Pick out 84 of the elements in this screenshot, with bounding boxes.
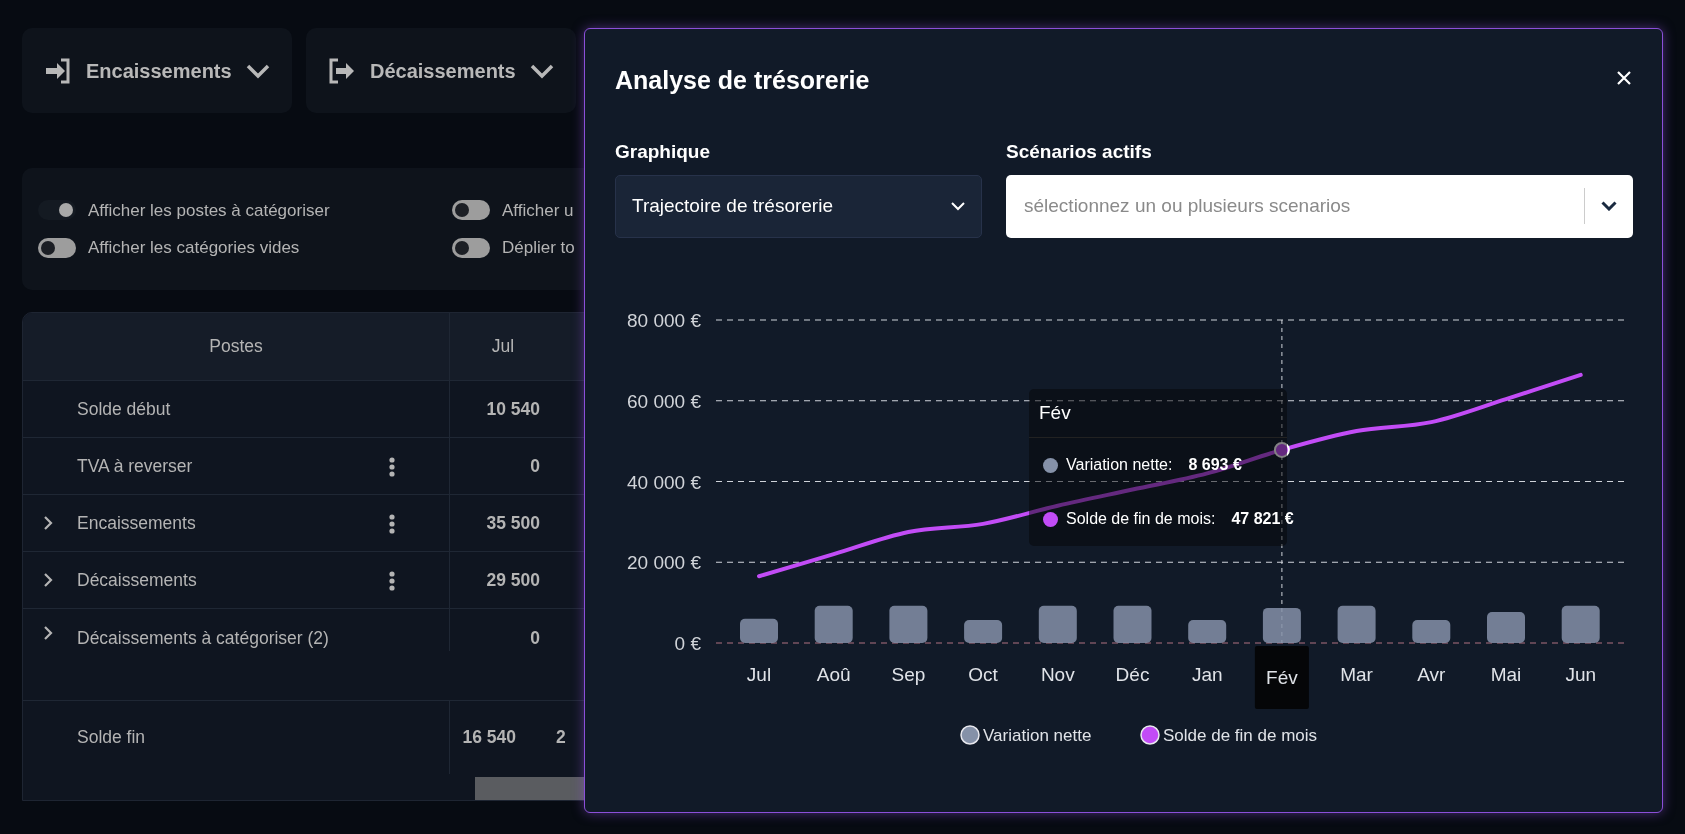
legend-swatch xyxy=(960,724,980,745)
table-cell-text: 0 xyxy=(530,627,540,650)
axis-label: 60 000 € xyxy=(627,390,701,412)
axis-label: Oct xyxy=(968,663,998,685)
axis-label: Jan xyxy=(1191,663,1223,685)
toggle-switch[interactable] xyxy=(38,200,76,221)
row-label: Solde fin xyxy=(77,726,147,750)
select-field[interactable]: Trajectoire de trésorerie xyxy=(615,174,982,238)
bar xyxy=(1038,605,1077,643)
arrow-out-of-bracket-icon xyxy=(328,57,356,84)
axis-label: 0 € xyxy=(674,632,701,654)
axis-label: 80 000 € xyxy=(627,309,701,331)
table-cell-text: 2 xyxy=(556,726,566,750)
chevron-down-icon xyxy=(951,201,965,211)
axis-label: Avr xyxy=(1417,663,1446,685)
table-cell-text: 29 500 xyxy=(486,568,540,592)
chevron-down-icon xyxy=(246,62,270,79)
row-label: TVA à reverser xyxy=(77,454,194,478)
field-label: Scénarios actifs xyxy=(1006,140,1153,164)
dropdown-button[interactable]: Décaissements xyxy=(306,28,576,113)
dialog-title: Analyse de trésorerie xyxy=(615,65,870,95)
chevron-right-icon[interactable] xyxy=(43,515,53,531)
legend-label: Variation nette xyxy=(983,725,1092,745)
arrow-into-bracket-icon xyxy=(44,57,72,84)
legend-label: Solde de fin de mois xyxy=(1163,725,1318,745)
axis-label: Déc xyxy=(1115,663,1150,685)
chevron-right-icon[interactable] xyxy=(43,625,53,641)
row-label: Solde début xyxy=(77,397,172,421)
tooltip-value: 8 693 € xyxy=(1188,455,1242,475)
bar xyxy=(1487,611,1525,643)
bar xyxy=(1188,619,1227,643)
column-header: Jul xyxy=(490,335,516,359)
chevron-right-icon[interactable] xyxy=(43,572,53,588)
axis-label: Fév xyxy=(1266,666,1298,688)
dropdown-button[interactable]: Encaissements xyxy=(22,28,292,113)
axis-label: Mar xyxy=(1340,663,1373,685)
tooltip-label: Solde de fin de mois: xyxy=(1066,509,1216,529)
axis-label: 40 000 € xyxy=(627,471,701,492)
axis-label: Jun xyxy=(1565,663,1596,685)
table-cell-text: 35 500 xyxy=(486,511,540,535)
hover-marker xyxy=(1273,441,1290,458)
axis-label: 20 000 € xyxy=(627,551,701,573)
axis-label: Nov xyxy=(1040,663,1075,685)
field-label: Graphique xyxy=(615,140,711,164)
axis-label: Sep xyxy=(891,663,926,685)
chevron-down-icon xyxy=(530,62,554,79)
toggle-label: Afficher les postes à catégoriser xyxy=(88,199,330,222)
axis-label: Mai xyxy=(1490,663,1522,685)
row-label: Décaissements à catégoriser (2) xyxy=(77,627,330,650)
close-icon xyxy=(1616,69,1632,86)
kebab-menu-icon[interactable] xyxy=(389,571,395,592)
toggle-switch[interactable] xyxy=(38,237,76,258)
bar xyxy=(1337,605,1376,643)
kebab-menu-icon[interactable] xyxy=(389,457,395,478)
bar xyxy=(1561,605,1600,643)
bar xyxy=(1113,605,1152,643)
chevron-down-icon xyxy=(1601,201,1617,211)
tooltip-value: 47 821 € xyxy=(1231,509,1294,529)
table-cell-text: 16 540 xyxy=(462,726,516,750)
table-cell-text: 0 xyxy=(530,454,540,478)
bar xyxy=(1412,619,1451,643)
column-header: Postes xyxy=(23,313,450,380)
toggle-switch[interactable] xyxy=(452,237,490,258)
toggle-switch[interactable] xyxy=(452,200,490,221)
bar xyxy=(889,605,928,643)
row-label: Décaissements xyxy=(77,568,198,592)
toggle-label: Afficher les catégories vides xyxy=(88,237,300,259)
toggle-label: Déplier to xyxy=(502,237,575,259)
bar xyxy=(740,618,778,643)
axis-highlight xyxy=(1254,645,1309,709)
search-input[interactable]: sélectionnez un ou plusieurs scenarios xyxy=(1022,190,1584,222)
toggle-label: Afficher u xyxy=(502,199,574,222)
tooltip-title: Fév xyxy=(1039,401,1071,423)
tooltip-label: Variation nette: xyxy=(1066,455,1173,475)
axis-label: Aoû xyxy=(816,663,851,685)
legend-swatch xyxy=(1140,724,1160,745)
bar xyxy=(964,619,1003,643)
bar xyxy=(814,605,853,643)
bar xyxy=(1262,607,1301,643)
row-label: Encaissements xyxy=(77,511,197,535)
table-cell-text: 10 540 xyxy=(486,397,540,421)
multiselect-field[interactable]: sélectionnez un ou plusieurs scenarios xyxy=(1006,174,1633,238)
kebab-menu-icon[interactable] xyxy=(389,514,395,535)
axis-label: Jul xyxy=(746,663,772,685)
